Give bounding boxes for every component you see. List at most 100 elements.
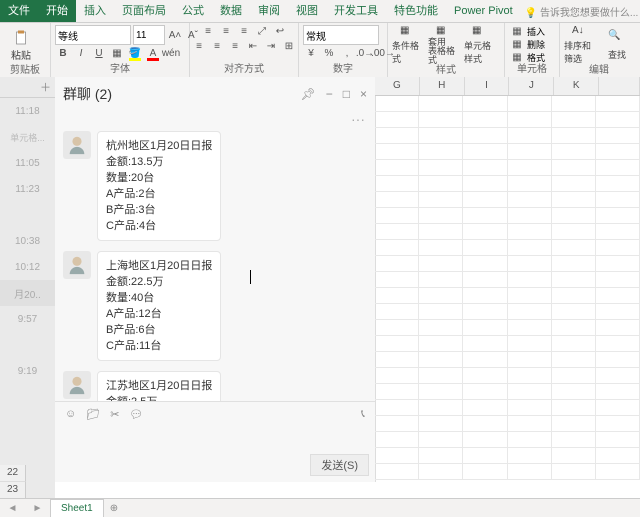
grid-row[interactable] — [375, 160, 640, 176]
sidebar-time-8[interactable] — [0, 332, 55, 358]
font-color-button[interactable]: A — [145, 47, 161, 60]
align-top-button[interactable]: ≡ — [200, 25, 216, 38]
merge-button[interactable]: ⊞ — [281, 40, 297, 53]
grid-row[interactable] — [375, 128, 640, 144]
grid-row[interactable] — [375, 192, 640, 208]
sidebar-time-5[interactable]: 10:12 — [0, 254, 55, 280]
fill-color-button[interactable]: 🪣 — [127, 47, 143, 60]
indent-increase-button[interactable]: ⇥ — [263, 40, 279, 53]
tab-home[interactable]: 开始 — [38, 0, 76, 22]
avatar[interactable] — [63, 251, 91, 279]
sheet-tab-1[interactable]: Sheet1 — [50, 499, 104, 517]
message-bubble[interactable]: 江苏地区1月20日日报 金额:2.5万 数量:7台 A产品:1台 — [97, 371, 221, 401]
sheet-nav-next-icon[interactable]: ► — [33, 503, 43, 514]
sidebar-time-9[interactable]: 9:19 — [0, 358, 55, 384]
col-header[interactable]: K — [554, 77, 599, 95]
find-button[interactable]: 🔍查找 — [600, 25, 634, 65]
grid-row[interactable] — [375, 384, 640, 400]
grid-row[interactable] — [375, 320, 640, 336]
minimize-icon[interactable]: − — [326, 87, 333, 101]
align-right-button[interactable]: ≡ — [227, 40, 243, 53]
tab-pivot[interactable]: Power Pivot — [446, 0, 521, 22]
grid-row[interactable] — [375, 336, 640, 352]
grid-row[interactable] — [375, 176, 640, 192]
sidebar-time-7[interactable]: 9:57 — [0, 306, 55, 332]
sidebar-add-button[interactable]: ＋ — [0, 77, 55, 98]
comma-button[interactable]: , — [339, 47, 355, 60]
tab-special[interactable]: 特色功能 — [386, 0, 446, 22]
grid-row[interactable] — [375, 368, 640, 384]
font-name-combo[interactable] — [55, 25, 131, 45]
tab-data[interactable]: 数据 — [212, 0, 250, 22]
increase-font-icon[interactable]: A˄ — [167, 29, 183, 42]
grid-row[interactable] — [375, 240, 640, 256]
chat-more-button[interactable]: ··· — [55, 111, 375, 127]
font-size-combo[interactable] — [133, 25, 165, 45]
tell-me[interactable]: 💡 告诉我您想要做什么... — [525, 4, 639, 19]
add-sheet-button[interactable]: ⊕ — [104, 503, 124, 514]
format-cells-label[interactable]: 格式 — [527, 51, 545, 64]
grid-row[interactable] — [375, 144, 640, 160]
sheet-nav-prev-icon[interactable]: ◄ — [8, 503, 18, 514]
format-cells-icon[interactable]: ▦ — [509, 51, 525, 64]
delete-cells-label[interactable]: 删除 — [527, 38, 545, 51]
col-header[interactable]: G — [375, 77, 420, 95]
spreadsheet-grid[interactable]: G H I J K for(let i=0;i<24;i++)document.… — [375, 77, 640, 499]
orientation-button[interactable]: ⤢ — [254, 25, 270, 38]
maximize-icon[interactable]: □ — [343, 87, 350, 101]
grid-row[interactable] — [375, 304, 640, 320]
currency-button[interactable]: ¥ — [303, 47, 319, 60]
wrap-text-button[interactable]: ↩ — [272, 25, 288, 38]
format-as-table-button[interactable]: ▦套用 表格格式 — [428, 25, 462, 65]
grid-row[interactable] — [375, 208, 640, 224]
pin-icon[interactable]: 📌︎ — [300, 87, 315, 101]
grid-row[interactable] — [375, 400, 640, 416]
tab-layout[interactable]: 页面布局 — [114, 0, 174, 22]
grid-row[interactable] — [375, 272, 640, 288]
align-left-button[interactable]: ≡ — [191, 40, 207, 53]
percent-button[interactable]: % — [321, 47, 337, 60]
align-center-button[interactable]: ≡ — [209, 40, 225, 53]
col-header[interactable] — [599, 77, 640, 95]
tab-insert[interactable]: 插入 — [76, 0, 114, 22]
underline-button[interactable]: U — [91, 47, 107, 60]
sidebar-time-1[interactable]: 11:05 — [0, 150, 55, 176]
grid-row[interactable] — [375, 256, 640, 272]
tab-view[interactable]: 视图 — [288, 0, 326, 22]
grid-row[interactable] — [375, 224, 640, 240]
sidebar-time-6[interactable]: 月20.. — [0, 280, 55, 306]
grid-row[interactable] — [375, 112, 640, 128]
tab-formula[interactable]: 公式 — [174, 0, 212, 22]
voice-icon[interactable]: 📞︎ — [361, 408, 365, 421]
col-header[interactable]: I — [465, 77, 510, 95]
row-header-23[interactable]: 23 — [0, 482, 26, 499]
scissors-icon[interactable]: ✂ — [110, 408, 119, 421]
emoji-icon[interactable]: ☺ — [65, 408, 76, 421]
sidebar-time-3[interactable] — [0, 202, 55, 228]
sidebar-time-0[interactable]: 11:18 — [0, 98, 55, 124]
delete-cells-icon[interactable]: ▦ — [509, 38, 525, 51]
insert-cells-icon[interactable]: ▦ — [509, 25, 525, 38]
tab-dev[interactable]: 开发工具 — [326, 0, 386, 22]
chat-icon[interactable]: 💬︎ — [129, 408, 143, 421]
avatar[interactable] — [63, 371, 91, 399]
align-bottom-button[interactable]: ≡ — [236, 25, 252, 38]
col-header[interactable]: J — [509, 77, 554, 95]
message-bubble[interactable]: 上海地区1月20日日报 金额:22.5万 数量:40台 A产品:12台 B产品:… — [97, 251, 221, 361]
sort-filter-button[interactable]: A↓排序和筛选 — [564, 25, 598, 65]
grid-row[interactable] — [375, 448, 640, 464]
grid-row[interactable] — [375, 352, 640, 368]
sidebar-time-4[interactable]: 10:38 — [0, 228, 55, 254]
grid-row[interactable] — [375, 416, 640, 432]
conditional-format-button[interactable]: ▦条件格式 — [392, 25, 426, 65]
bold-button[interactable]: B — [55, 47, 71, 60]
col-header[interactable]: H — [420, 77, 465, 95]
send-button[interactable]: 发送(S) — [310, 454, 369, 476]
cell-styles-button[interactable]: ▦单元格样式 — [464, 25, 498, 65]
italic-button[interactable]: I — [73, 47, 89, 60]
sidebar-time-2[interactable]: 11:23 — [0, 176, 55, 202]
row-header-22[interactable]: 22 — [0, 465, 26, 482]
folder-icon[interactable]: 📁︎ — [86, 408, 100, 421]
paste-button[interactable]: 粘贴 — [4, 25, 38, 65]
message-bubble[interactable]: 杭州地区1月20日日报 金额:13.5万 数量:20台 A产品:2台 B产品:3… — [97, 131, 221, 241]
